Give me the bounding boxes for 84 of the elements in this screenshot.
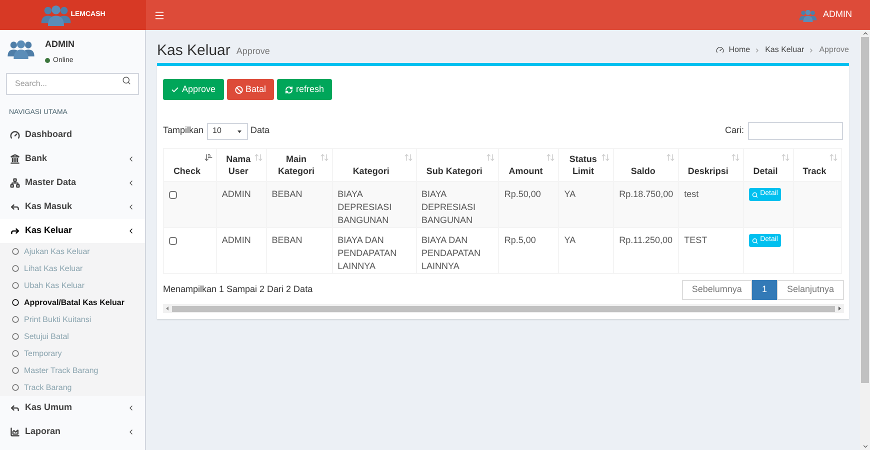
ban-icon bbox=[234, 86, 243, 94]
table-cell: Rp.50,00 bbox=[504, 189, 541, 199]
circle-icon bbox=[12, 248, 19, 255]
chevron-left-icon bbox=[127, 179, 135, 187]
table-cell: Rp.18.750,00 bbox=[619, 189, 674, 199]
sidebar-menu-item[interactable]: Bank bbox=[0, 147, 145, 171]
table-cell: TEST bbox=[684, 235, 708, 245]
chevron-left-icon bbox=[127, 227, 135, 235]
table-cell: Rp.5,00 bbox=[504, 235, 536, 245]
length-label: Tampilkan bbox=[163, 124, 204, 138]
circle-icon bbox=[12, 316, 19, 323]
vertical-scrollbar[interactable] bbox=[860, 30, 870, 450]
pagination-button[interactable]: Sebelumnya bbox=[682, 280, 752, 300]
sidebar-menu-item[interactable]: Kas Umum bbox=[0, 396, 145, 420]
breadcrumb-current: Approve bbox=[819, 44, 849, 56]
area-chart-icon bbox=[10, 427, 20, 437]
sidebar-menu-item[interactable]: Dashboard bbox=[0, 123, 145, 147]
breadcrumb-chevron-icon bbox=[755, 48, 760, 52]
table-cell: YA bbox=[564, 235, 576, 245]
circle-icon bbox=[12, 282, 19, 289]
horizontal-scrollbar[interactable] bbox=[163, 304, 844, 313]
forward-arrow-icon bbox=[10, 226, 20, 236]
table-cell: ADMIN bbox=[222, 235, 251, 245]
scroll-left-arrow-icon bbox=[165, 306, 170, 311]
scroll-right-arrow-icon bbox=[837, 306, 842, 311]
reply-arrow-icon bbox=[10, 403, 20, 413]
breadcrumb-link[interactable]: Kas Keluar bbox=[765, 44, 804, 56]
search-icon bbox=[752, 238, 758, 244]
circle-icon bbox=[12, 350, 19, 357]
row-checkbox[interactable] bbox=[169, 237, 177, 245]
pagination-button[interactable]: 1 bbox=[752, 280, 777, 300]
sidebar-menu-item[interactable]: Kas Keluar bbox=[0, 219, 145, 243]
chevron-left-icon bbox=[127, 428, 135, 436]
table-cell: BIAYA DEPRESIASI BANGUNAN bbox=[422, 189, 476, 225]
chevron-left-icon bbox=[127, 404, 135, 412]
table-cell: Rp.11.250,00 bbox=[619, 235, 673, 245]
circle-icon bbox=[12, 367, 19, 374]
users-icon bbox=[7, 39, 35, 59]
submenu-item[interactable]: Approval/Batal Kas Keluar bbox=[0, 294, 145, 311]
row-checkbox[interactable] bbox=[169, 191, 177, 199]
circle-icon bbox=[12, 384, 19, 391]
chevron-left-icon bbox=[127, 155, 135, 163]
table-cell: BEBAN bbox=[272, 189, 302, 199]
table-cell: ADMIN bbox=[222, 189, 251, 199]
circle-icon bbox=[12, 265, 19, 272]
check-icon bbox=[171, 86, 179, 94]
table-cell: BEBAN bbox=[272, 235, 302, 245]
reply-arrow-icon bbox=[10, 202, 20, 212]
search-label: Cari: bbox=[724, 124, 744, 138]
table-info: Menampilkan 1 Sampai 2 Dari 2 Data bbox=[163, 283, 313, 296]
column-header[interactable]: Check bbox=[164, 148, 216, 182]
refresh-icon bbox=[285, 86, 294, 94]
sidebar-menu-item[interactable]: Master Data bbox=[0, 171, 145, 195]
user-name: ADMIN bbox=[45, 38, 74, 51]
table-cell: BIAYA DAN PENDAPATAN LAINNYA bbox=[338, 235, 397, 271]
breadcrumb-chevron-icon bbox=[809, 48, 814, 52]
page-title: Kas Keluar bbox=[157, 43, 230, 58]
length-label: Data bbox=[250, 124, 270, 138]
circle-icon bbox=[12, 333, 19, 340]
gauge-icon bbox=[716, 46, 724, 54]
dropdown-arrow-icon bbox=[236, 128, 242, 134]
users-icon bbox=[799, 8, 817, 22]
table-cell: BIAYA DEPRESIASI BANGUNAN bbox=[338, 189, 392, 225]
sidebar-menu-item[interactable]: Laporan bbox=[0, 420, 145, 444]
user-menu[interactable]: ADMIN bbox=[823, 8, 852, 22]
chevron-left-icon bbox=[127, 203, 135, 211]
pagination-button[interactable]: Selanjutnya bbox=[776, 280, 844, 300]
page-length-select[interactable]: 10 bbox=[206, 122, 248, 140]
sidebar-menu-item[interactable]: Kas Masuk bbox=[0, 195, 145, 219]
table-cell: test bbox=[684, 189, 699, 199]
table-cell: YA bbox=[564, 189, 576, 199]
page-subtitle: Approve bbox=[236, 44, 270, 58]
table-search-field[interactable] bbox=[748, 122, 843, 140]
search-icon[interactable] bbox=[122, 76, 131, 85]
users-icon bbox=[40, 4, 71, 26]
cancel-button[interactable]: Batal bbox=[226, 79, 274, 100]
table-cell: BIAYA DAN PENDAPATAN LAINNYA bbox=[422, 235, 481, 271]
breadcrumb-link[interactable]: Home bbox=[728, 44, 750, 56]
circle-icon bbox=[12, 299, 19, 306]
sitemap-icon bbox=[10, 178, 20, 188]
gauge-icon bbox=[10, 130, 20, 140]
bank-icon bbox=[10, 154, 20, 164]
search-icon bbox=[752, 192, 758, 198]
sidebar-search-field[interactable]: Search... bbox=[6, 72, 139, 94]
